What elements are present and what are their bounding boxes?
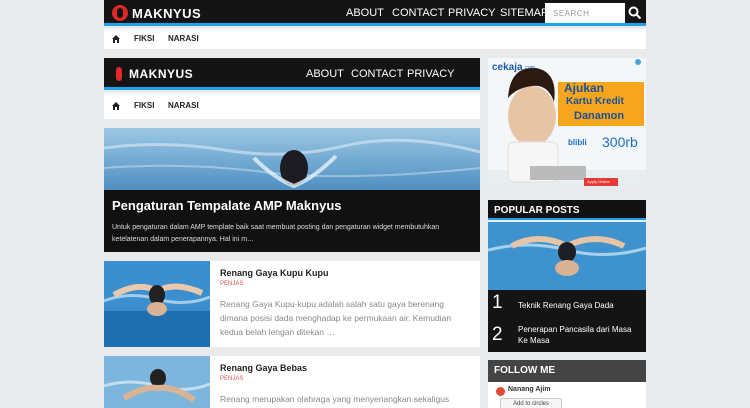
logo-icon bbox=[112, 5, 128, 21]
ad-headline-1: Ajukan bbox=[564, 81, 605, 95]
nav-privacy[interactable]: PRIVACY bbox=[448, 0, 495, 26]
popular-post-item[interactable]: 2 Penerapan Pancasila dari Masa Ke Masa bbox=[488, 322, 646, 352]
ad-graphic[interactable] bbox=[488, 58, 646, 190]
home-icon[interactable] bbox=[112, 102, 120, 110]
search-input[interactable] bbox=[545, 3, 625, 23]
featured-post[interactable]: Pengaturan Tempalate AMP Maknyus Untuk p… bbox=[104, 128, 480, 252]
featured-description: Untuk pengaturan dalam AMP template baik… bbox=[112, 224, 440, 243]
popular-posts-heading: POPULAR POSTS bbox=[488, 200, 646, 220]
google-plus-icon bbox=[496, 387, 505, 396]
preview-logo-text: MAKNYUS bbox=[129, 67, 194, 81]
preview-logo[interactable]: MAKNYUS bbox=[114, 66, 193, 82]
popular-post-title[interactable]: Penerapan Pancasila dari Masa Ke Masa bbox=[518, 324, 642, 346]
post-category[interactable]: PENJAS bbox=[220, 376, 243, 382]
post-excerpt: Renang Gaya Kupu-kupu adalah salah satu … bbox=[220, 299, 452, 337]
popular-post-rank: 2 bbox=[492, 324, 503, 345]
ad-brand: cekaja bbox=[492, 62, 523, 73]
post-excerpt: Renang merupakan olahraga yang menyenang… bbox=[220, 394, 450, 404]
post-title[interactable]: Renang Gaya Kupu Kupu bbox=[220, 268, 329, 278]
sub-nav: FIKSI NARASI bbox=[104, 29, 646, 49]
post-category[interactable]: PENJAS bbox=[220, 281, 243, 287]
subnav-narasi[interactable]: NARASI bbox=[168, 29, 199, 49]
add-to-circles-button[interactable]: Add to circles bbox=[500, 398, 562, 408]
nav-sitemap[interactable]: SITEMAP bbox=[500, 0, 548, 26]
preview-header: MAKNYUS ABOUT CONTACT PRIVACY bbox=[104, 58, 480, 90]
ad-headline-3: Danamon bbox=[574, 110, 625, 122]
popular-post-item[interactable]: 1 Teknik Renang Gaya Dada bbox=[488, 290, 646, 320]
popular-post-title[interactable]: Teknik Renang Gaya Dada bbox=[518, 300, 642, 311]
preview-subnav-narasi[interactable]: NARASI bbox=[168, 93, 199, 119]
logo-icon bbox=[114, 66, 124, 82]
popular-post-image[interactable] bbox=[488, 222, 646, 290]
ad-amount: 300rb bbox=[602, 134, 638, 150]
nav-about[interactable]: ABOUT bbox=[346, 0, 384, 26]
post-card[interactable]: Renang Gaya Bebas PENJAS Renang merupaka… bbox=[104, 356, 480, 408]
featured-title[interactable]: Pengaturan Tempalate AMP Maknyus bbox=[112, 198, 342, 213]
follow-widget: Nanang Ajim Add to circles bbox=[488, 382, 646, 408]
search-icon[interactable] bbox=[628, 6, 642, 20]
post-thumbnail[interactable] bbox=[104, 356, 210, 408]
nav-contact[interactable]: CONTACT bbox=[392, 0, 444, 26]
preview-nav-contact[interactable]: CONTACT bbox=[351, 58, 403, 90]
profile-name[interactable]: Nanang Ajim bbox=[508, 386, 551, 393]
popular-posts-list: 1 Teknik Renang Gaya Dada 2 Penerapan Pa… bbox=[488, 222, 646, 352]
ad-brand-suffix: .com bbox=[524, 65, 535, 71]
post-title[interactable]: Renang Gaya Bebas bbox=[220, 363, 307, 373]
post-card[interactable]: Renang Gaya Kupu Kupu PENJAS Renang Gaya… bbox=[104, 261, 480, 347]
popular-posts-title: POPULAR POSTS bbox=[494, 205, 580, 216]
follow-me-heading: FOLLOW ME bbox=[488, 360, 646, 382]
preview-subnav-fiksi[interactable]: FIKSI bbox=[134, 93, 154, 119]
ad-headline-2: Kartu Kredit bbox=[566, 96, 624, 107]
home-icon[interactable] bbox=[112, 35, 120, 43]
site-logo[interactable]: MAKNYUS bbox=[112, 4, 201, 22]
top-header: MAKNYUS ABOUT CONTACT PRIVACY SITEMAP bbox=[104, 0, 646, 26]
post-thumbnail[interactable] bbox=[104, 261, 210, 347]
preview-nav-about[interactable]: ABOUT bbox=[306, 58, 344, 90]
popular-post-rank: 1 bbox=[492, 292, 503, 313]
follow-me-title: FOLLOW ME bbox=[494, 365, 556, 376]
featured-image[interactable] bbox=[104, 128, 480, 190]
sidebar-ad[interactable]: cekaja .com Ajukan Kartu Kredit Danamon … bbox=[488, 58, 646, 190]
subnav-fiksi[interactable]: FIKSI bbox=[134, 29, 154, 49]
ad-partner: blibli bbox=[568, 138, 587, 147]
ad-cta[interactable]: Apply Online bbox=[587, 179, 610, 184]
preview-subnav: FIKSI NARASI bbox=[104, 93, 480, 119]
preview-nav-privacy[interactable]: PRIVACY bbox=[407, 58, 454, 90]
logo-text: MAKNYUS bbox=[132, 5, 202, 21]
